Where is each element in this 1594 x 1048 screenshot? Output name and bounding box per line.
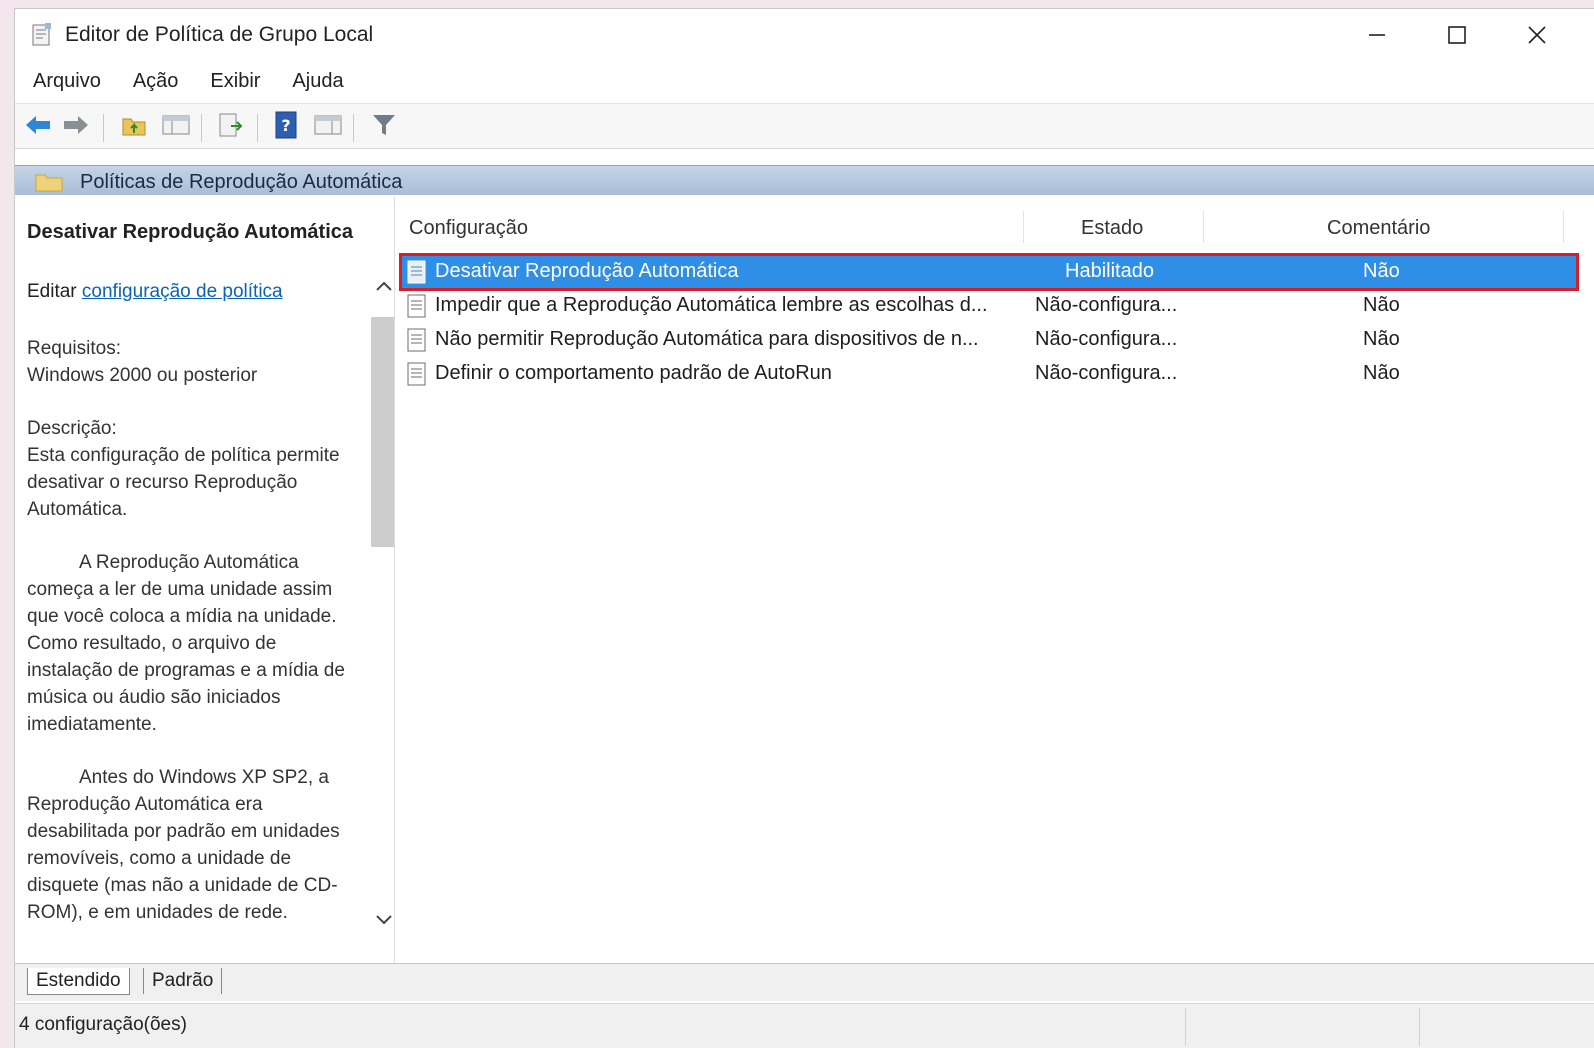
table-row[interactable]: Impedir que a Reprodução Automática lemb… — [401, 289, 1577, 323]
title-bar: Editor de Política de Grupo Local — [15, 9, 1594, 59]
edit-policy-line: Editar configuração de política — [27, 281, 283, 303]
window-title: Editor de Política de Grupo Local — [65, 23, 374, 46]
policy-setting-icon — [405, 293, 429, 319]
menu-bar: Arquivo Ação Exibir Ajuda — [15, 63, 1594, 99]
description-scrollbar[interactable] — [371, 275, 394, 935]
export-list-icon — [217, 112, 243, 143]
status-divider — [1185, 1008, 1186, 1046]
tab-standard[interactable]: Padrão — [143, 968, 223, 994]
column-header-state[interactable]: Estado — [1081, 217, 1143, 240]
policy-editor-app-icon — [31, 23, 53, 47]
toolbar: ? — [15, 103, 1594, 149]
show-hide-action-pane-button[interactable] — [313, 112, 343, 142]
description-label: Descrição: — [27, 418, 117, 439]
folder-icon — [35, 172, 63, 192]
row-state: Não-configura... — [1035, 362, 1178, 384]
column-header-comment[interactable]: Comentário — [1327, 217, 1430, 240]
toolbar-separator — [201, 114, 202, 142]
column-divider[interactable] — [1563, 211, 1564, 243]
column-divider[interactable] — [1023, 211, 1024, 243]
description-paragraph-2: A Reprodução Automática começa a ler de … — [27, 552, 345, 735]
toolbar-separator — [353, 114, 354, 142]
row-setting: Desativar Reprodução Automática — [435, 260, 739, 282]
up-folder-icon — [121, 113, 147, 142]
table-row[interactable]: Definir o comportamento padrão de AutoRu… — [401, 357, 1577, 391]
toolbar-separator — [257, 114, 258, 142]
row-setting: Definir o comportamento padrão de AutoRu… — [435, 362, 832, 384]
chevron-up-icon — [375, 279, 393, 297]
show-hide-tree-icon — [162, 113, 190, 142]
description-paragraph-3: Antes do Windows XP SP2, a Reprodução Au… — [27, 767, 340, 923]
filter-button[interactable] — [369, 112, 399, 142]
view-tabs: Estendido Padrão — [15, 963, 1594, 1001]
back-arrow-icon — [24, 114, 52, 141]
node-title: Políticas de Reprodução Automática — [80, 171, 403, 193]
row-state: Não-configura... — [1035, 328, 1178, 350]
minimize-button[interactable] — [1347, 17, 1407, 57]
policy-title: Desativar Reprodução Automática — [27, 221, 354, 243]
row-state: Não-configura... — [1035, 294, 1178, 316]
toolbar-separator — [103, 114, 104, 142]
row-setting: Não permitir Reprodução Automática para … — [435, 328, 979, 350]
row-setting: Impedir que a Reprodução Automática lemb… — [435, 294, 988, 316]
close-icon — [1527, 25, 1547, 50]
tab-extended[interactable]: Estendido — [27, 968, 130, 995]
chevron-down-icon — [375, 913, 393, 931]
list-header: Configuração Estado Comentário — [397, 211, 1594, 245]
maximize-button[interactable] — [1427, 17, 1487, 57]
back-button[interactable] — [23, 112, 53, 142]
close-button[interactable] — [1507, 17, 1567, 57]
policy-setting-icon — [405, 259, 429, 285]
status-text: 4 configuração(ões) — [19, 1014, 187, 1035]
status-bar: 4 configuração(ões) — [15, 1003, 1594, 1048]
requirements-label: Requisitos: — [27, 338, 121, 359]
up-folder-button[interactable] — [119, 112, 149, 142]
svg-text:?: ? — [281, 116, 290, 135]
gpedit-window: Editor de Política de Grupo Local Arquiv… — [14, 8, 1594, 1048]
column-header-setting[interactable]: Configuração — [409, 217, 528, 240]
row-comment: Não — [1363, 294, 1400, 316]
show-hide-action-pane-icon — [314, 113, 342, 142]
forward-arrow-icon — [62, 114, 90, 141]
status-divider — [1419, 1008, 1420, 1046]
menu-exibir[interactable]: Exibir — [208, 66, 262, 97]
scroll-up-button[interactable] — [371, 275, 394, 301]
policy-description: Requisitos: Windows 2000 ou posterior De… — [27, 335, 367, 926]
show-hide-tree-button[interactable] — [161, 112, 191, 142]
maximize-icon — [1447, 25, 1467, 50]
row-comment: Não — [1363, 260, 1400, 282]
scroll-down-button[interactable] — [371, 909, 394, 935]
menu-ajuda[interactable]: Ajuda — [290, 66, 345, 97]
node-header: Políticas de Reprodução Automática — [15, 165, 1594, 195]
export-list-button[interactable] — [215, 112, 245, 142]
policy-setting-icon — [405, 361, 429, 387]
row-comment: Não — [1363, 328, 1400, 350]
policy-setting-icon — [405, 327, 429, 353]
help-icon: ? — [274, 111, 298, 144]
column-divider[interactable] — [1203, 211, 1204, 243]
menu-acao[interactable]: Ação — [131, 66, 181, 97]
forward-button[interactable] — [61, 112, 91, 142]
minimize-icon — [1367, 25, 1387, 50]
settings-list: Configuração Estado Comentário Desativar… — [397, 197, 1594, 963]
row-state: Habilitado — [1065, 260, 1154, 282]
help-button[interactable]: ? — [271, 111, 301, 144]
row-comment: Não — [1363, 362, 1400, 384]
edit-policy-link[interactable]: configuração de política — [82, 281, 283, 302]
table-row[interactable]: Desativar Reprodução Automática Habilita… — [399, 253, 1579, 291]
requirements-value: Windows 2000 ou posterior — [27, 365, 258, 386]
description-paragraph-1: Esta configuração de política permite de… — [27, 445, 340, 520]
filter-icon — [371, 112, 397, 143]
edit-prefix: Editar — [27, 281, 77, 302]
menu-arquivo[interactable]: Arquivo — [31, 66, 103, 97]
table-row[interactable]: Não permitir Reprodução Automática para … — [401, 323, 1577, 357]
scroll-thumb[interactable] — [371, 317, 394, 547]
extended-description-pane: Desativar Reprodução Automática Editar c… — [15, 197, 395, 963]
